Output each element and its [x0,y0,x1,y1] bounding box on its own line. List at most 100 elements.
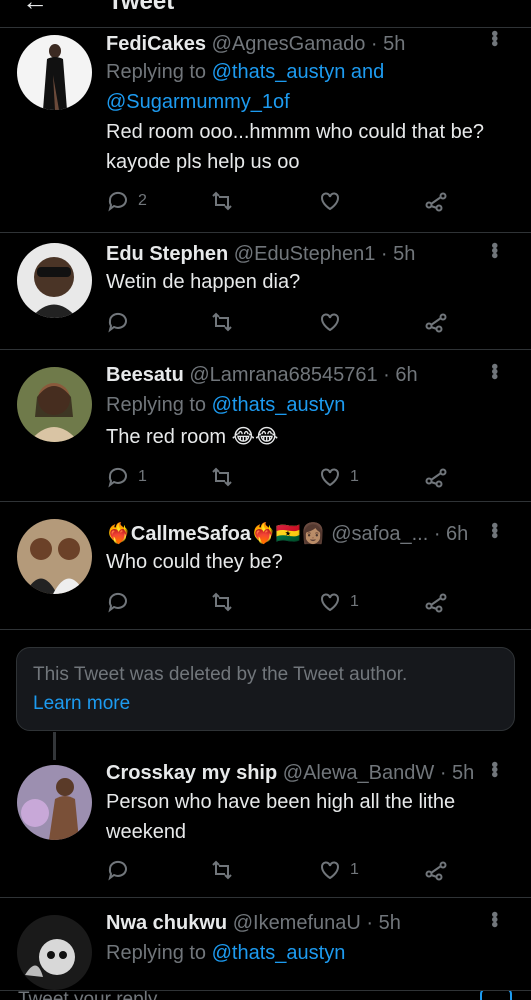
retweet-button[interactable] [210,464,234,490]
retweet-icon [212,191,232,211]
author-handle[interactable]: @safoa_... [331,523,428,545]
tweet-text: The red room 😂😂 [106,426,279,448]
reply-icon [108,592,127,613]
author-name[interactable]: Beesatu [106,364,184,386]
more-options-icon[interactable]: ••• [482,363,505,378]
share-button[interactable] [424,589,448,615]
like-count: 1 [350,593,359,610]
camera-icon[interactable] [480,991,512,1000]
author-name[interactable]: Edu Stephen [106,243,228,265]
tweet-beesatu[interactable]: Beesatu @Lamrana68545761 · 6h ••• Replyi… [0,350,531,502]
reply-composer[interactable]: Tweet your reply [0,990,531,1000]
reply-input[interactable]: Tweet your reply [18,991,157,1000]
like-button[interactable]: 1 [318,589,359,615]
replying-to: Replying to @thats_austyn [106,390,506,420]
retweet-icon [212,467,232,487]
tweet-text: Who could they be? [106,551,283,573]
author-handle[interactable]: @Lamrana68545761 [189,364,377,386]
tweet-crosskay[interactable]: Crosskay my ship @Alewa_BandW · 5h ••• P… [0,750,531,898]
avatar[interactable] [17,765,92,840]
replying-to: Replying to @thats_austyn and @Sugarmumm… [106,57,506,117]
author-handle[interactable]: @Alewa_BandW [283,762,434,784]
share-button[interactable] [424,464,448,490]
retweet-button[interactable] [210,309,234,335]
like-button[interactable]: 1 [318,464,359,490]
retweet-icon [212,592,232,612]
reply-icon [108,312,127,333]
heart-icon [321,861,339,880]
more-options-icon[interactable]: ••• [482,911,505,926]
author-handle[interactable]: @EduStephen1 [234,243,376,265]
like-button[interactable] [318,188,342,214]
author-name[interactable]: Nwa chukwu [106,912,227,934]
tweet-time: · 5h [439,762,475,784]
like-button[interactable]: 1 [318,857,359,883]
tweet-time: · 5h [380,243,416,265]
share-icon [425,468,447,488]
avatar[interactable] [17,915,92,990]
replying-to-label: Replying to [106,394,207,416]
reply-count: 2 [138,192,147,209]
avatar[interactable] [17,243,92,318]
retweet-button[interactable] [210,857,234,883]
page-title: Tweet [108,0,175,15]
share-icon [425,192,447,212]
avatar[interactable] [17,367,92,442]
learn-more-link[interactable]: Learn more [33,693,130,715]
tweet-time: · 5h [370,33,406,55]
tweet-text: Person who have been high all the lithe … [106,791,456,843]
reply-button[interactable]: 2 [106,188,147,214]
replying-to-label: Replying to [106,61,207,83]
tweet-edu-stephen[interactable]: Edu Stephen @EduStephen1 · 5h ••• Wetin … [0,233,531,350]
tweet-time: · 5h [366,912,401,934]
reply-icon [108,191,127,212]
tweet-nwa-chukwu[interactable]: Nwa chukwu @IkemefunaU · 5h ••• Replying… [0,898,531,990]
more-options-icon[interactable]: ••• [482,30,505,45]
tweet-time: · 6h [383,364,418,386]
share-icon [425,861,447,881]
avatar[interactable] [17,35,92,110]
reply-button[interactable]: 1 [106,464,147,490]
reply-icon [108,860,127,881]
author-handle[interactable]: @AgnesGamado [212,33,366,55]
like-button[interactable] [318,309,342,335]
more-options-icon[interactable]: ••• [482,242,505,257]
tweet-fedicakes[interactable]: FediCakes @AgnesGamado · 5h ••• Replying… [0,28,531,233]
replying-to-label: Replying to [106,942,207,964]
replying-to: Replying to @thats_austyn [106,938,506,968]
like-count: 1 [350,468,359,485]
share-icon [425,593,447,613]
deleted-tweet-notice: This Tweet was deleted by the Tweet auth… [16,647,515,731]
heart-icon [321,593,339,612]
replying-to-links[interactable]: @thats_austyn [212,394,346,416]
reply-button[interactable] [106,309,130,335]
top-bar: ← Tweet [0,0,531,28]
share-button[interactable] [424,188,448,214]
tweet-callmesafoa[interactable]: ❤️‍🔥CallmeSafoa❤️‍🔥🇬🇭👩🏽 @safoa_... · 6h … [0,502,531,630]
reply-button[interactable] [106,589,130,615]
author-name[interactable]: Crosskay my ship [106,762,277,784]
arrow-left-icon[interactable]: ← [22,0,48,17]
retweet-icon [212,860,232,880]
heart-icon [321,468,339,487]
share-icon [425,313,447,333]
retweet-button[interactable] [210,188,234,214]
tweet-text: Red room ooo...hmmm who could that be? k… [106,121,484,173]
retweet-button[interactable] [210,589,234,615]
author-name[interactable]: FediCakes [106,33,206,55]
reply-count: 1 [138,468,147,485]
heart-icon [321,192,339,211]
avatar[interactable] [17,519,92,594]
heart-icon [321,313,339,332]
more-options-icon[interactable]: ••• [482,522,505,537]
share-button[interactable] [424,857,448,883]
tweet-text: Wetin de happen dia? [106,271,301,293]
reply-button[interactable] [106,857,130,883]
more-options-icon[interactable]: ••• [482,761,505,776]
share-button[interactable] [424,309,448,335]
tweet-time: · 6h [433,523,469,545]
like-count: 1 [350,861,359,878]
replying-to-links[interactable]: @thats_austyn [212,942,346,964]
author-handle[interactable]: @IkemefunaU [233,912,361,934]
author-name[interactable]: ❤️‍🔥CallmeSafoa❤️‍🔥🇬🇭👩🏽 [106,523,326,545]
